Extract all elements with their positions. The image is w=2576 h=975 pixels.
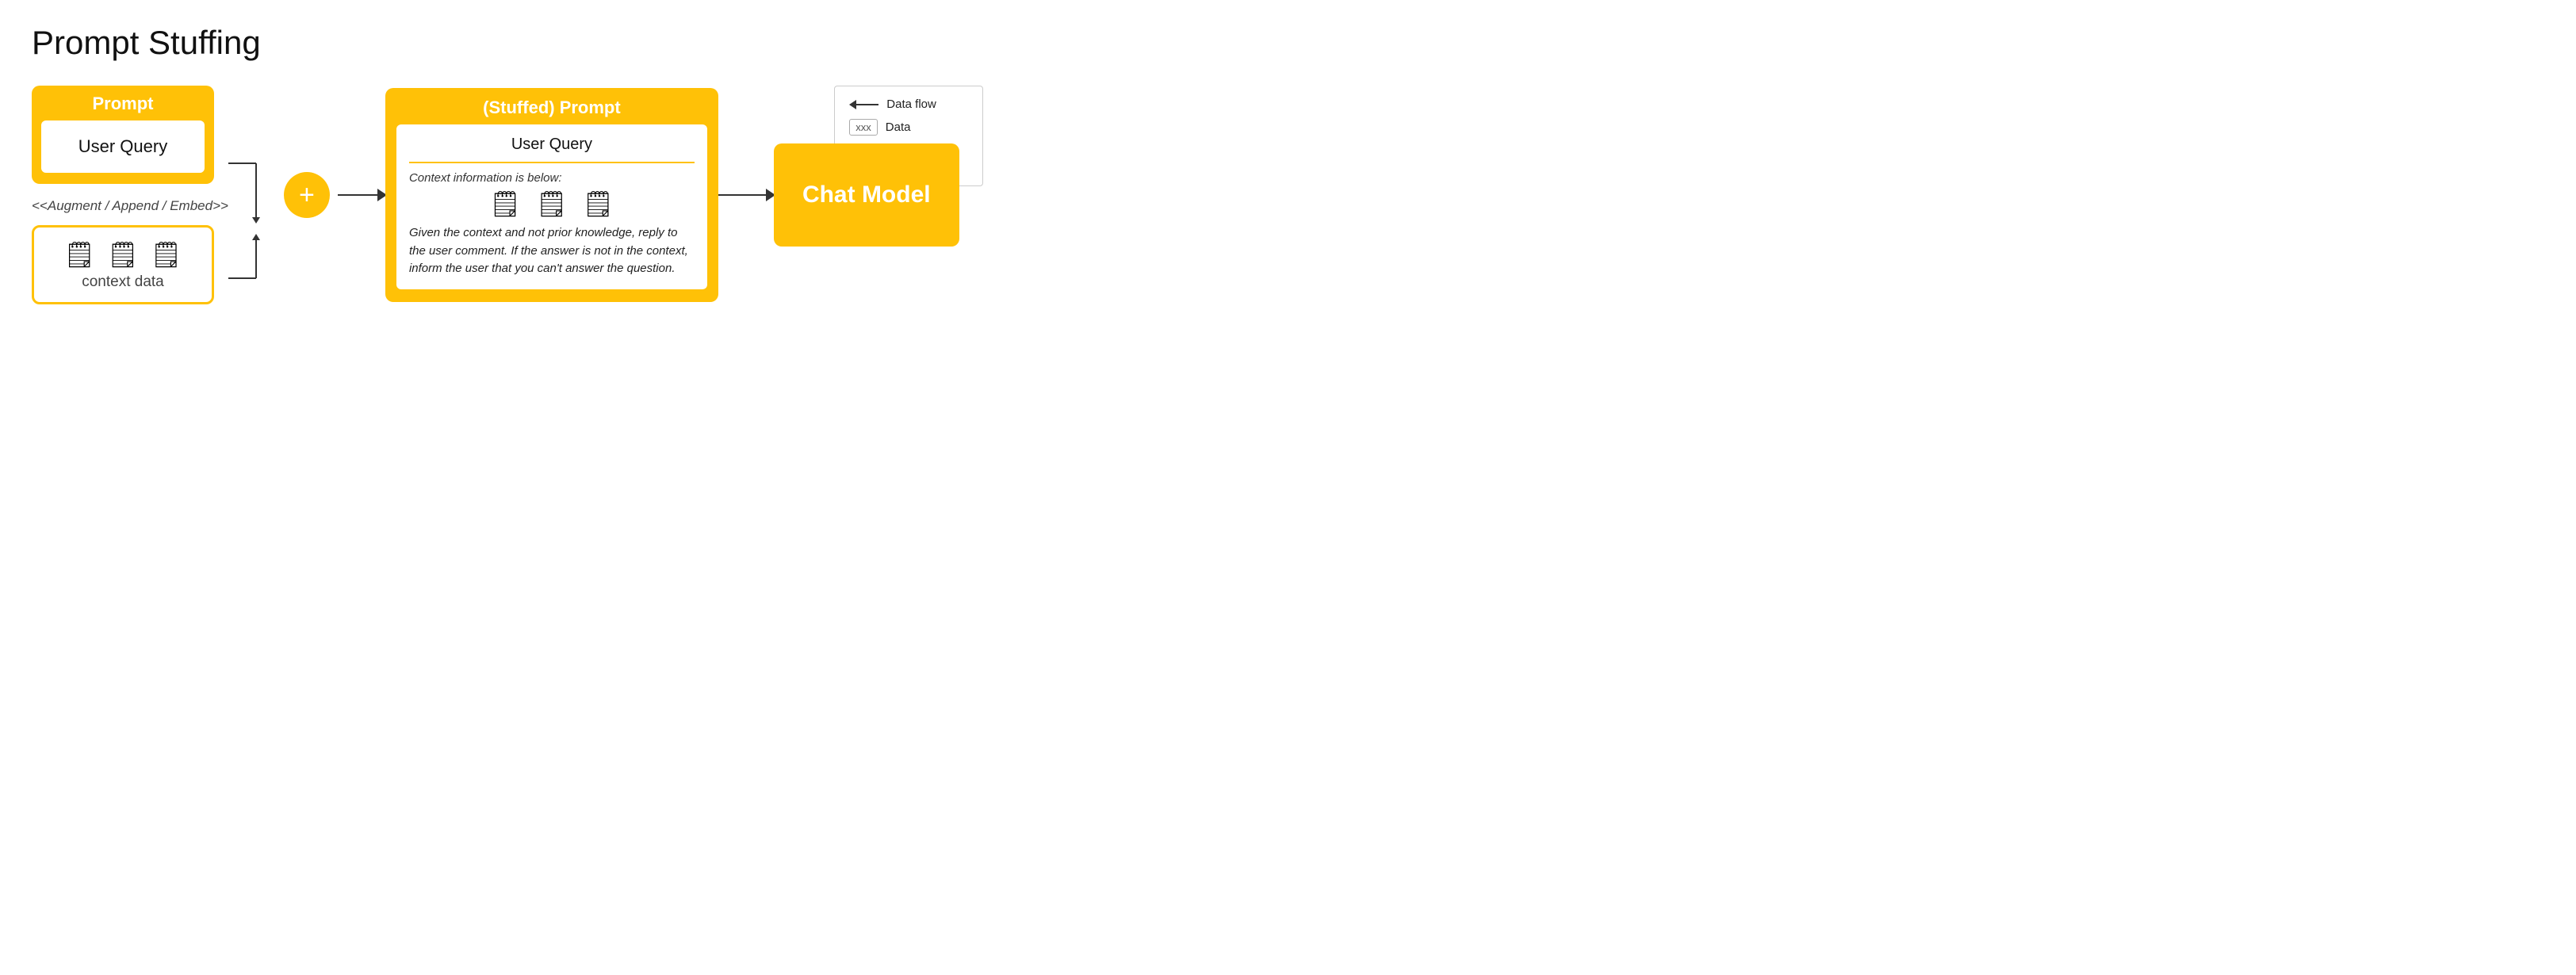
- context-data-label: context data: [82, 273, 164, 291]
- chat-model-box: Chat Model: [774, 143, 959, 247]
- user-query-label-left: User Query: [78, 136, 167, 156]
- page-title: Prompt Stuffing: [32, 24, 999, 62]
- doc-icon-2: 🗒: [107, 242, 140, 267]
- stuffed-body-text: Given the context and not prior knowledg…: [409, 224, 695, 278]
- stuffed-prompt-title: (Stuffed) Prompt: [396, 98, 707, 118]
- stuffed-prompt-box: (Stuffed) Prompt User Query Context info…: [385, 88, 718, 302]
- stuffed-user-query: User Query: [409, 136, 695, 163]
- stuffed-context-info: Context information is below:: [409, 171, 695, 185]
- stuffed-doc-icon-2: 🗒: [536, 191, 568, 216]
- stuffed-doc-icon-1: 🗒: [489, 191, 522, 216]
- stuffed-doc-icon-3: 🗒: [582, 191, 614, 216]
- chat-model-label: Chat Model: [802, 182, 931, 208]
- plus-circle: +: [284, 172, 330, 218]
- context-data-box: 🗒 🗒 🗒 context data: [32, 225, 214, 304]
- doc-icon-3: 🗒: [150, 242, 182, 267]
- doc-icon-1: 🗒: [63, 242, 96, 267]
- prompt-box-title: Prompt: [41, 94, 205, 114]
- augment-label: <<Augment / Append / Embed>>: [32, 198, 228, 214]
- prompt-box: Prompt User Query: [32, 86, 214, 184]
- prompt-inner-box: User Query: [41, 120, 205, 173]
